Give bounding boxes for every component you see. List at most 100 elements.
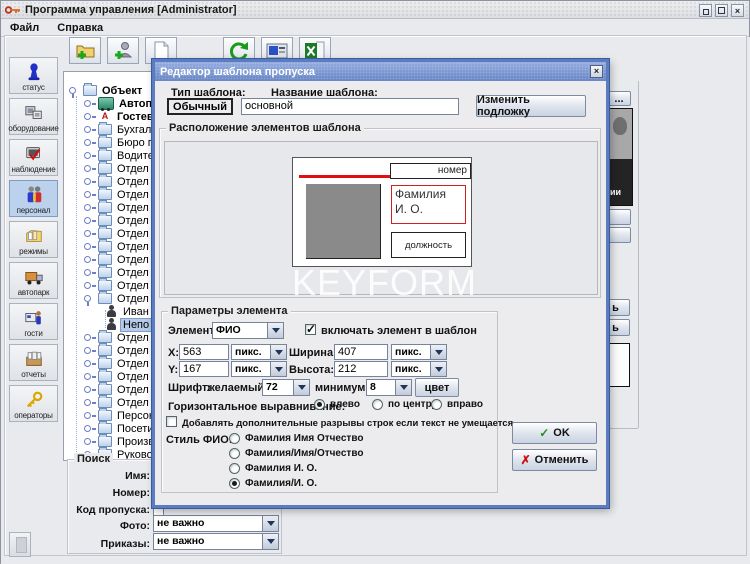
chevron-down-icon[interactable] <box>267 323 283 338</box>
tree-toggle-icon[interactable] <box>84 294 96 303</box>
chevron-down-icon[interactable] <box>270 345 286 359</box>
radio-icon[interactable] <box>229 433 240 444</box>
radio-icon[interactable] <box>431 399 442 410</box>
width-units-select[interactable]: пикс. <box>391 344 447 360</box>
halign-option[interactable]: по центру <box>372 399 437 410</box>
tree-toggle-icon[interactable] <box>84 398 96 407</box>
tree-toggle-icon[interactable] <box>84 177 96 186</box>
chevron-down-icon[interactable] <box>395 380 411 395</box>
y-input[interactable]: 167 <box>179 361 229 377</box>
tree-toggle-icon[interactable] <box>84 216 96 225</box>
color-button[interactable]: цвет <box>415 378 459 397</box>
tree-toggle-icon[interactable] <box>84 255 96 264</box>
tree-toggle-icon[interactable] <box>84 229 96 238</box>
chevron-down-icon[interactable] <box>293 380 309 395</box>
tree-toggle-icon[interactable] <box>84 190 96 199</box>
halign-option[interactable]: влево <box>314 399 360 410</box>
add-person-button[interactable] <box>107 37 139 64</box>
dialog-title-bar[interactable]: Редактор шаблона пропуска <box>155 62 606 81</box>
width-input[interactable]: 407 <box>334 344 388 360</box>
tree-item[interactable]: Отдел у <box>64 383 159 396</box>
tree-item[interactable]: Отдел пр <box>64 279 166 292</box>
fio-style-option[interactable]: Фамилия/Имя/Отчество <box>229 448 363 459</box>
tree-item[interactable]: Персона <box>64 409 163 422</box>
tree-toggle-icon[interactable] <box>84 125 96 134</box>
include-element-checkbox[interactable] <box>305 324 316 335</box>
tree-item[interactable]: Непо <box>64 318 151 331</box>
tree-item[interactable]: Иван <box>64 305 151 318</box>
orders-filter-select[interactable]: не важно <box>153 533 279 550</box>
tree-item[interactable]: Отдел та <box>64 357 165 370</box>
tree-item[interactable]: Отдел м <box>64 214 161 227</box>
tree-item[interactable]: Отдел о <box>64 253 160 266</box>
more-button[interactable]: ... <box>607 91 631 106</box>
position-element[interactable]: должность <box>391 232 466 258</box>
tree-item[interactable]: Бюро пр <box>64 136 162 149</box>
tree-item[interactable]: Отдел пе <box>64 201 166 214</box>
dialog-close-icon[interactable]: × <box>590 65 603 78</box>
tree-item[interactable]: Произво <box>64 435 162 448</box>
x-units-select[interactable]: пикс. <box>231 344 287 360</box>
chevron-down-icon[interactable] <box>430 345 446 359</box>
radio-icon[interactable] <box>372 399 383 410</box>
menu-item-file[interactable]: Файл <box>1 22 48 34</box>
x-input[interactable]: 563 <box>179 344 229 360</box>
tree-item[interactable]: Отдел те <box>64 370 165 383</box>
tree-toggle-icon[interactable] <box>84 359 96 368</box>
tree-toggle-icon[interactable] <box>84 437 96 446</box>
tree-toggle-icon[interactable] <box>84 333 96 342</box>
chevron-down-icon[interactable] <box>262 534 278 549</box>
number-element[interactable]: номер <box>390 163 471 179</box>
halign-option[interactable]: вправо <box>431 399 483 410</box>
sidebar-button-guests[interactable]: гости <box>9 303 58 340</box>
sidebar-button-reports[interactable]: отчеты <box>9 344 58 381</box>
menu-item-help[interactable]: Справка <box>48 22 112 34</box>
tree-item[interactable]: Отдел А <box>64 162 161 175</box>
tree-item[interactable]: Отдел п <box>64 266 160 279</box>
height-input[interactable]: 212 <box>334 361 388 377</box>
template-name-input[interactable]: основной <box>241 98 459 115</box>
maximize-icon[interactable] <box>715 4 728 17</box>
fio-style-option[interactable]: Фамилия Имя Отчество <box>229 433 363 444</box>
sidebar-button-personnel[interactable]: персонал <box>9 180 58 217</box>
extra-line-breaks-checkbox[interactable] <box>166 416 177 427</box>
tree-toggle-icon[interactable] <box>84 385 96 394</box>
tree-item[interactable]: Отдел р <box>64 331 160 344</box>
fio-element-selected[interactable]: Фамилия И. О. <box>391 185 466 224</box>
tree-item[interactable]: Отдел р <box>64 344 160 357</box>
add-folder-button[interactable] <box>69 37 101 64</box>
fio-style-option[interactable]: Фамилия/И. О. <box>229 478 317 489</box>
tree-toggle-icon[interactable] <box>84 99 96 108</box>
cancel-button[interactable]: ✗ Отменить <box>512 449 597 471</box>
photo-element[interactable] <box>306 184 381 259</box>
tree-toggle-icon[interactable] <box>84 138 96 147</box>
tree-item[interactable]: Посетит <box>64 422 161 435</box>
tree-item[interactable]: Отдел а <box>64 175 160 188</box>
sidebar-button-status[interactable]: статус <box>9 57 58 94</box>
tree-toggle-icon[interactable] <box>84 411 96 420</box>
change-background-button[interactable]: Изменить подложку <box>476 95 586 117</box>
tree-item[interactable]: Бухгалте <box>64 123 164 136</box>
tree-toggle-icon[interactable] <box>84 281 96 290</box>
y-units-select[interactable]: пикс. <box>231 361 287 377</box>
height-units-select[interactable]: пикс. <box>391 361 447 377</box>
tree-item[interactable]: Отдел ка <box>64 188 165 201</box>
panel-button[interactable] <box>607 227 631 243</box>
font-min-select[interactable]: 8 <box>366 379 412 396</box>
tree-toggle-icon[interactable] <box>84 164 96 173</box>
radio-icon[interactable] <box>314 399 325 410</box>
chevron-down-icon[interactable] <box>430 362 446 376</box>
sidebar-button-equipment[interactable]: оборудование <box>9 98 58 135</box>
tree-item[interactable]: Объект <box>64 84 144 97</box>
tree-item[interactable]: Отдел ра <box>64 292 166 305</box>
tree-toggle-icon[interactable] <box>84 372 96 381</box>
sidebar-button-operators[interactable]: операторы <box>9 385 58 422</box>
panel-button[interactable] <box>607 209 631 225</box>
radio-icon[interactable] <box>229 463 240 474</box>
tree-toggle-icon[interactable] <box>84 151 96 160</box>
font-desired-select[interactable]: 72 <box>262 379 310 396</box>
fio-style-option[interactable]: Фамилия И. О. <box>229 463 317 474</box>
ok-button[interactable]: ✓ OK <box>512 422 597 444</box>
tree-item[interactable]: Водител <box>64 149 162 162</box>
tree-item[interactable]: АГостевь <box>64 110 162 123</box>
